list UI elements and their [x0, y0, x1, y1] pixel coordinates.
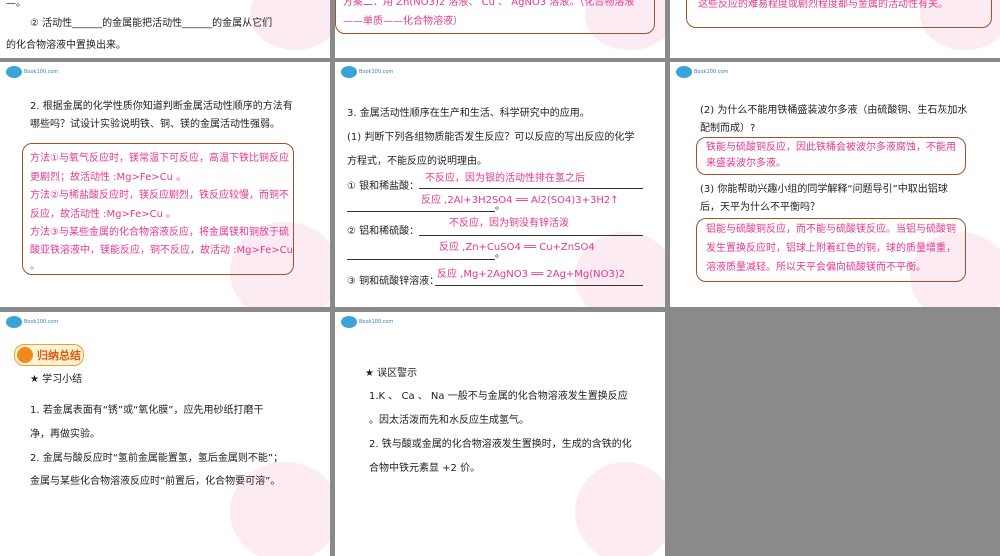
answer-text: 。	[30, 261, 40, 272]
item-label: ③ 铜和硫酸锌溶液：	[347, 276, 440, 287]
logo: Book100.com	[676, 66, 728, 78]
text: 净，再做实验。	[30, 429, 100, 440]
question-text: 后，天平为什么不平衡吗？	[700, 202, 820, 213]
text: 。	[495, 249, 505, 260]
logo: Book100.com	[341, 66, 393, 78]
answer-text: 铁能与硫酸铜反应，因此铁桶会被波尔多液腐蚀，不能用	[706, 142, 956, 153]
flower-decoration	[575, 462, 665, 556]
text: 。	[495, 201, 505, 212]
text: ② 活动性______的金属能把活动性______的金属从它们	[30, 18, 273, 29]
question-text: (3) 你能帮助兴趣小组的同学解释“问题导引”中取出铝球	[700, 184, 948, 195]
slide-4[interactable]: Book100.com 2. 根据金属的化学性质你知道判断金属活动性顺序的方法有…	[0, 62, 330, 307]
blank-line	[419, 188, 643, 189]
text: —。	[6, 0, 26, 9]
answer-text: 发生置换反应时，铝球上附着红色的铜，球的质量增重，	[706, 243, 956, 254]
text: 1. 若金属表面有“锈”或“氧化膜”，应先用砂纸打磨干	[30, 405, 264, 416]
slide-8[interactable]: Book100.com ★ 误区警示 1.K 、 Ca 、 Na 一般不与金属的…	[335, 312, 665, 556]
slide-1[interactable]: —。 ② 活动性______的金属能把活动性______的金属从它们 的化合物溶…	[0, 0, 330, 58]
answer-text: 方法①与氧气反应时，镁常温下可反应，高温下铁比铜反应	[30, 153, 289, 164]
slide-3[interactable]: 这些反应的难易程度或剧烈程度都与金属的活动性有关。	[670, 0, 1000, 58]
logo: Book100.com	[6, 316, 58, 328]
badge-label: 归纳总结	[37, 349, 81, 362]
blank-line	[435, 285, 643, 286]
item-label: ① 银和稀盐酸：	[347, 181, 420, 192]
heading: ★ 误区警示	[365, 368, 418, 379]
badge-icon	[17, 347, 33, 363]
slide-7[interactable]: Book100.com 归纳总结 ★ 学习小结 1. 若金属表面有“锈”或“氧化…	[0, 312, 330, 556]
text: 。因太活泼而先和水反应生成氢气。	[369, 415, 529, 426]
answer-text: 反应 ,Mg+2AgNO3 ══ 2Ag+Mg(NO3)2	[437, 269, 626, 280]
blank-line	[347, 259, 495, 260]
blank-line	[419, 235, 643, 236]
heading: 3. 金属活动性顺序在生产和生活、科学研究中的应用。	[347, 108, 590, 119]
slide-6[interactable]: Book100.com (2) 为什么不能用铁桶盛装波尔多液（由硫酸铜、生石灰加…	[670, 62, 1000, 307]
answer-text: 铝能与硫酸铜反应，而不能与硫酸镁反应。当铝与硫酸铜	[706, 224, 956, 235]
question-text: (2) 为什么不能用铁桶盛装波尔多液（由硫酸铜、生石灰加水	[700, 105, 968, 116]
answer-text: 方法③与某些金属的化合物溶液反应，将金属镁和铜放于硫	[30, 227, 289, 238]
summary-badge: 归纳总结	[14, 344, 84, 366]
question-text: (1) 判断下列各组物质能否发生反应？可以反应的写出反应的化学	[347, 132, 635, 143]
logo: Book100.com	[341, 316, 393, 328]
text: 金属与某些化合物溶液反应时“前置后，化合物要可溶”。	[30, 476, 281, 487]
item-label: ② 铝和稀硫酸：	[347, 226, 420, 237]
question-text: 哪些吗？试设计实验说明铁、铜、镁的金属活动性强弱。	[30, 119, 280, 130]
answer-text: 不反应，因为银的活动性排在氢之后	[425, 173, 585, 184]
answer-text: 溶液质量减轻。所以天平会偏向硫酸镁而不平衡。	[706, 262, 926, 273]
blank-line	[347, 211, 495, 212]
text: 合物中铁元素显 +2 价。	[369, 463, 481, 474]
text: 的化合物溶液中置换出来。	[6, 40, 126, 51]
text: 2. 铁与酸或金属的化合物溶液发生置换时，生成的含铁的化	[369, 439, 632, 450]
answer-text: 不反应，因为铜没有锌活泼	[449, 218, 569, 229]
answer-text: 反应 ,2Al+3H2SO4 ══ Al2(SO4)3+3H2↑	[421, 195, 619, 206]
answer-text: 来盛装波尔多液。	[706, 158, 786, 169]
answer-text: 酸亚铁溶液中，镁能反应，铜不反应，故活动 :Mg>Fe>Cu	[30, 245, 293, 256]
logo: Book100.com	[6, 66, 58, 78]
heading: ★ 学习小结	[30, 374, 83, 385]
text: ——单质——化合物溶液）	[343, 16, 463, 27]
answer-text: 更剧烈；故活动性 :Mg>Fe>Cu 。	[30, 172, 187, 183]
question-text: 2. 根据金属的化学性质你知道判断金属活动性顺序的方法有	[30, 101, 293, 112]
question-text: 配制而成）?	[700, 123, 756, 134]
slide-2[interactable]: 方案二：用 Zn(NO3)2 溶液、 Cu 、 AgNO3 溶液。（化合物溶液 …	[335, 0, 665, 58]
text: 这些反应的难易程度或剧烈程度都与金属的活动性有关。	[698, 0, 948, 10]
text: 方案二：用 Zn(NO3)2 溶液、 Cu 、 AgNO3 溶液。（化合物溶液	[343, 0, 635, 8]
answer-text: 反应 ,Zn+CuSO4 ══ Cu+ZnSO4	[439, 242, 595, 253]
question-text: 方程式，不能反应的说明理由。	[347, 156, 487, 167]
answer-text: 反应，故活动性 :Mg>Fe>Cu 。	[30, 209, 177, 220]
text: 1.K 、 Ca 、 Na 一般不与金属的化合物溶液发生置换反应	[369, 391, 628, 402]
slide-5[interactable]: Book100.com 3. 金属活动性顺序在生产和生活、科学研究中的应用。 (…	[335, 62, 665, 307]
answer-text: 方法②与稀盐酸反应时，镁反应剧烈，铁反应较慢，而铜不	[30, 190, 289, 201]
text: 2. 金属与酸反应时“氢前金属能置氢，氢后金属则不能”；	[30, 453, 284, 464]
